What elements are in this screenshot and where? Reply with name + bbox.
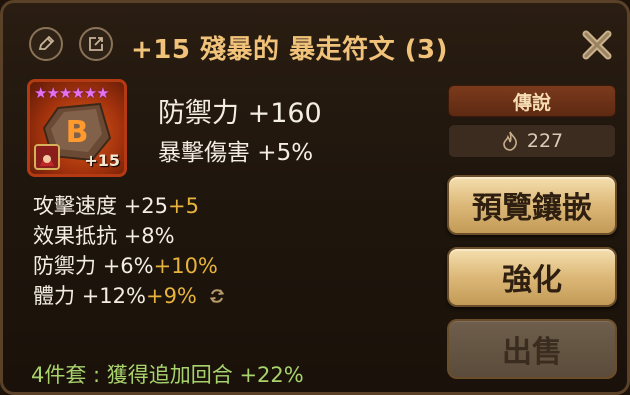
enhance-button[interactable]: 強化: [447, 247, 617, 307]
close-icon: [582, 30, 612, 60]
sub-stat-value: +8%: [123, 224, 175, 248]
sub-stat-bonus: +5: [168, 194, 199, 218]
equipped-monster-avatar: [34, 144, 60, 170]
monster-icon: [36, 146, 58, 168]
sub-stat-value: +6%: [102, 254, 154, 278]
sub-stat-bonus: +9%: [145, 284, 197, 308]
sub-stat-row: 攻擊速度 +25+5: [33, 191, 226, 221]
rune-glyph: B: [66, 115, 89, 150]
sell-button[interactable]: 出售: [447, 319, 617, 379]
set-effect: 4件套 : 獲得追加回合 +22%: [31, 363, 304, 387]
sub-stat-name: 攻擊速度: [33, 194, 117, 218]
sell-price: 227: [448, 124, 616, 158]
rune-info-panel: +15 殘暴的 暴走符文 (3) B ★★★★★★ +15 防禦力 +160 暴…: [0, 0, 630, 395]
rune-title: +15 殘暴的 暴走符文 (3): [131, 35, 448, 65]
main-stat: 防禦力 +160: [158, 98, 322, 129]
preview-equip-button[interactable]: 預覽鑲嵌: [447, 175, 617, 235]
pencil-icon: [38, 35, 55, 50]
sub-stats-list: 攻擊速度 +25+5 效果抵抗 +8% 防禦力 +6%+10% 體力 +12%+…: [33, 191, 226, 311]
edit-button[interactable]: [29, 27, 63, 61]
rune-icon[interactable]: B ★★★★★★ +15: [27, 79, 127, 177]
sub-stat-name: 防禦力: [33, 254, 96, 278]
sub-stat-bonus: +10%: [153, 254, 218, 278]
sub-stat-value: +12%: [81, 284, 146, 308]
sub-stat-name: 效果抵抗: [33, 224, 117, 248]
sub-stat-row: 體力 +12%+9%: [33, 281, 226, 311]
share-icon: [89, 37, 103, 51]
sub-stat-row: 效果抵抗 +8%: [33, 221, 226, 251]
close-button[interactable]: [577, 25, 617, 65]
rune-level: +15: [84, 151, 120, 170]
sub-stat-value: +25: [123, 194, 169, 218]
sell-price-value: 227: [526, 130, 564, 152]
flame-icon: [503, 131, 517, 151]
grade-badge: 傳說: [448, 85, 616, 117]
cycle-icon: [209, 289, 224, 303]
prefix-stat: 暴擊傷害 +5%: [158, 140, 314, 166]
share-button[interactable]: [79, 27, 113, 61]
sub-stat-row: 防禦力 +6%+10%: [33, 251, 226, 281]
rune-stars: ★★★★★★: [34, 84, 110, 102]
sub-stat-name: 體力: [33, 284, 75, 308]
